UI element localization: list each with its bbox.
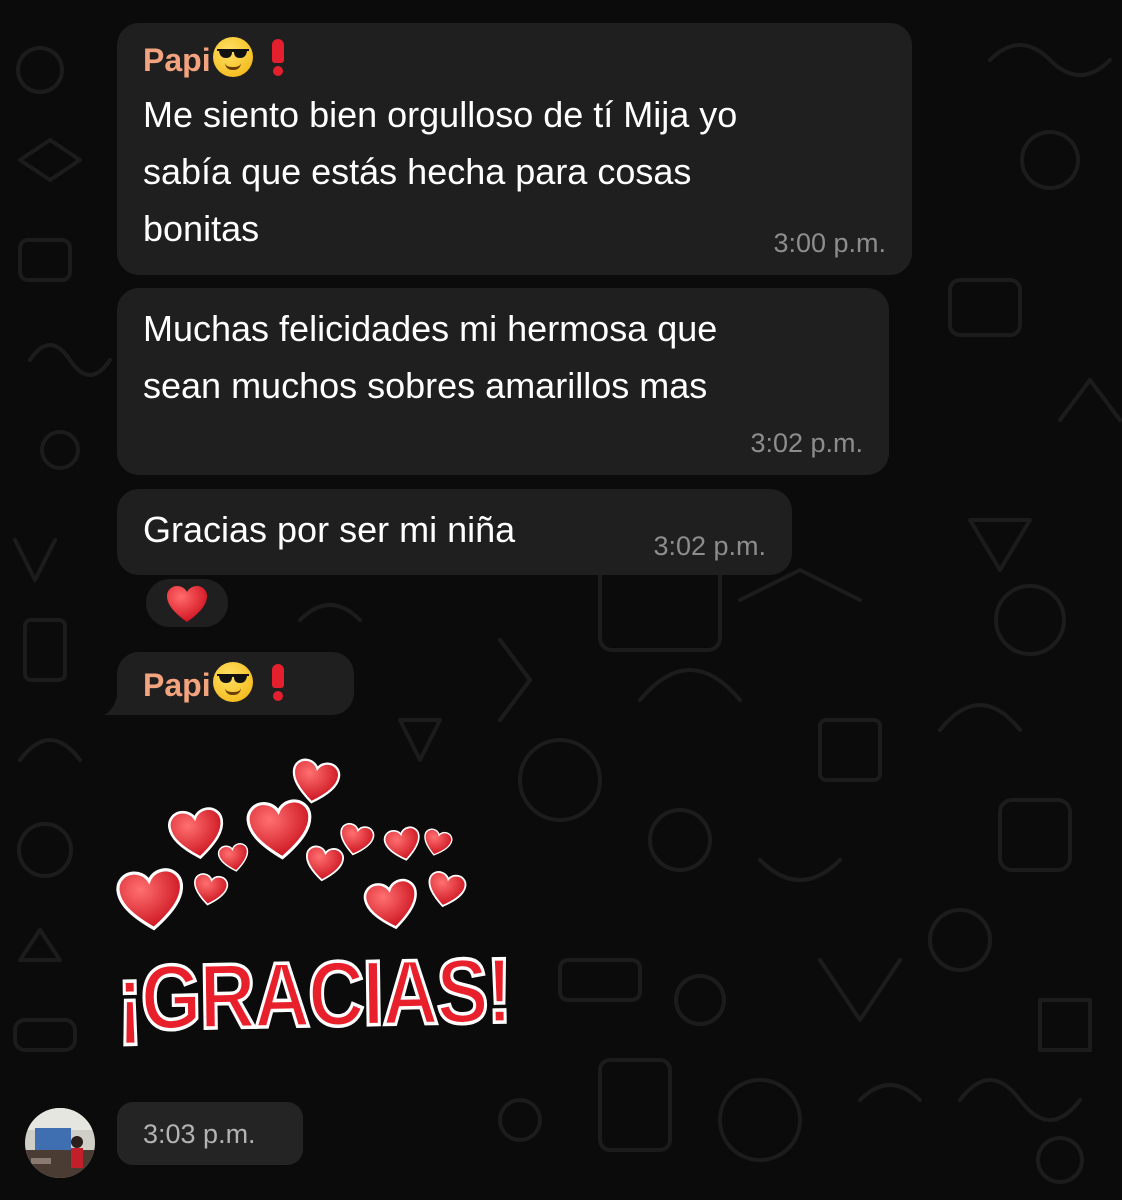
message-timestamp: 3:03 p.m.: [143, 1119, 256, 1149]
message-bubble-2[interactable]: Muchas felicidades mi hermosa que sean m…: [117, 288, 889, 475]
red-heart-icon: [167, 586, 207, 622]
message-text-line: Muchas felicidades mi hermosa que: [143, 308, 718, 349]
message-bubble-3[interactable]: Gracias por ser mi niña 3:02 p.m.: [117, 489, 792, 575]
message-text-line: Gracias por ser mi niña: [143, 509, 516, 550]
red-exclamation-icon: [267, 662, 289, 702]
sunglasses-emoji-icon: [212, 662, 253, 702]
sender-name[interactable]: Papi: [143, 662, 289, 704]
message-bubble-4[interactable]: Papi: [117, 652, 354, 715]
sunglasses-emoji-icon: [212, 37, 253, 77]
sticker-text: ¡GRACIAS!: [114, 936, 512, 1051]
sender-name[interactable]: Papi: [143, 37, 289, 79]
message-timestamp: 3:02 p.m.: [653, 531, 766, 561]
hearts-icon: [114, 756, 469, 934]
sticker-timestamp-bubble: 3:03 p.m.: [117, 1102, 303, 1165]
message-text-line: bonitas: [143, 208, 260, 249]
message-timestamp: 3:02 p.m.: [750, 428, 863, 458]
red-exclamation-icon: [267, 37, 289, 77]
sender-avatar[interactable]: [25, 1108, 95, 1178]
sender-name-label[interactable]: Papi: [143, 42, 211, 78]
avatar-photo-icon: [25, 1108, 95, 1178]
message-reaction[interactable]: [143, 576, 231, 630]
sender-name-label[interactable]: Papi: [143, 667, 211, 703]
bubble-tail-icon: [104, 696, 122, 715]
message-text-line: sabía que estás hecha para cosas: [143, 151, 692, 192]
gracias-sticker[interactable]: ¡GRACIAS!: [108, 755, 513, 1065]
message-timestamp: 3:00 p.m.: [773, 228, 886, 258]
message-text-line: sean muchos sobres amarillos mas: [143, 365, 708, 406]
message-bubble-1[interactable]: Papi Me siento bien orgulloso de tí Mija…: [117, 23, 912, 275]
message-text-line: Me siento bien orgulloso de tí Mija yo: [143, 94, 738, 135]
